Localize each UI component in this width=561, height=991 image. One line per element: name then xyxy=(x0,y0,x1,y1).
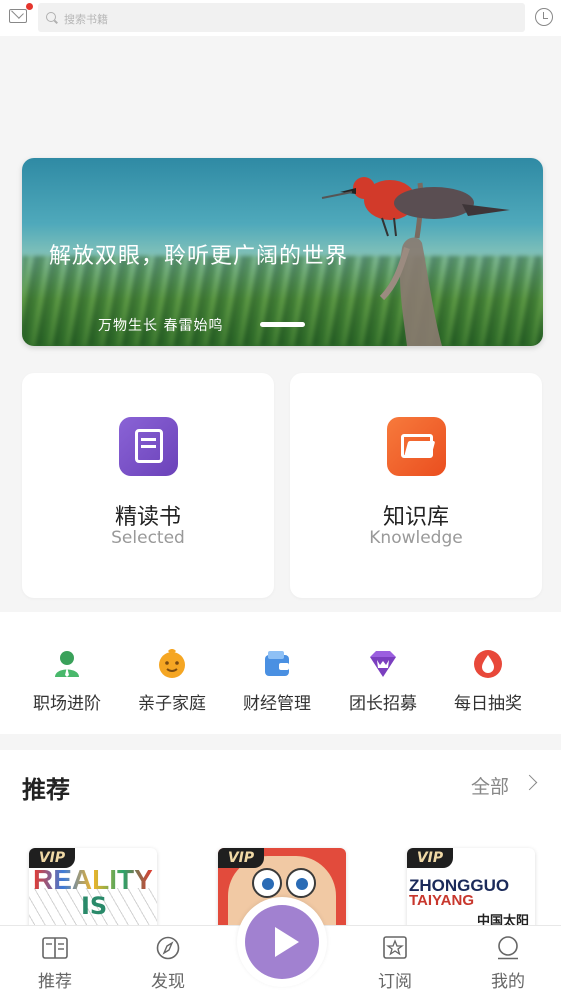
chevron-right-icon[interactable] xyxy=(521,774,538,791)
search-placeholder: 搜索书籍 xyxy=(64,13,108,26)
cover-art-eye xyxy=(252,868,282,898)
vip-badge: VIP xyxy=(218,848,264,868)
category-row: 职场进阶 亲子家庭 财经管理 团长招募 每日抽奖 xyxy=(0,612,561,734)
vip-badge: VIP xyxy=(407,848,453,868)
cover-art-eye xyxy=(286,868,316,898)
nav-label: 推荐 xyxy=(38,972,72,991)
card-title: 知识库 xyxy=(382,505,449,530)
drop-lottery-icon xyxy=(474,650,502,678)
banner-subtitle: 万物生长 春雷始鸣 xyxy=(98,318,224,334)
card-selected[interactable]: 精读书 Selected xyxy=(22,373,274,598)
search-input[interactable]: 搜索书籍 xyxy=(38,3,525,32)
user-icon xyxy=(498,936,518,960)
nav-subscribe[interactable]: 订阅 xyxy=(360,936,430,991)
category-finance[interactable]: 财经管理 xyxy=(227,649,327,714)
vip-badge: VIP xyxy=(29,848,75,868)
category-recruit[interactable]: 团长招募 xyxy=(333,649,433,714)
category-family[interactable]: 亲子家庭 xyxy=(122,649,222,714)
category-label: 财经管理 xyxy=(243,694,311,714)
clock-icon[interactable] xyxy=(535,8,553,26)
card-title: 精读书 xyxy=(114,505,181,530)
category-label: 团长招募 xyxy=(349,694,417,714)
star-frame-icon xyxy=(383,936,407,959)
nav-label: 订阅 xyxy=(378,972,412,991)
play-button-circle xyxy=(245,905,319,979)
book-open-icon xyxy=(42,937,68,959)
nav-discover[interactable]: 发现 xyxy=(133,936,203,991)
category-label: 亲子家庭 xyxy=(138,694,206,714)
child-face-icon xyxy=(159,649,185,678)
category-label: 每日抽奖 xyxy=(454,694,522,714)
banner-carousel[interactable]: 解放双眼，聆听更广阔的世界 万物生长 春雷始鸣 xyxy=(22,158,543,346)
play-button[interactable] xyxy=(237,897,327,987)
card-subtitle: Selected xyxy=(111,528,185,548)
wallet-icon xyxy=(265,651,289,676)
category-career[interactable]: 职场进阶 xyxy=(17,649,117,714)
folder-icon xyxy=(387,417,446,476)
card-subtitle: Knowledge xyxy=(369,528,463,548)
book-icon xyxy=(119,417,178,476)
career-icon xyxy=(55,651,79,677)
category-label: 职场进阶 xyxy=(33,694,101,714)
view-all-link[interactable]: 全部 xyxy=(471,772,509,799)
nav-label: 发现 xyxy=(151,972,185,991)
banner-title: 解放双眼，聆听更广阔的世界 xyxy=(49,244,349,269)
cover-subtitle: IS xyxy=(81,892,108,920)
cover-subtitle: TAIYANG xyxy=(409,892,475,909)
notification-dot xyxy=(26,3,33,10)
search-icon xyxy=(46,12,56,22)
mail-icon[interactable] xyxy=(9,9,27,23)
nav-recommend[interactable]: 推荐 xyxy=(20,936,90,991)
nav-label: 我的 xyxy=(491,972,525,991)
top-bar: 搜索书籍 xyxy=(0,0,561,36)
section-heading: 推荐 xyxy=(22,776,70,804)
card-knowledge[interactable]: 知识库 Knowledge xyxy=(290,373,542,598)
carousel-indicator xyxy=(260,322,305,327)
compass-icon xyxy=(156,936,180,960)
play-icon xyxy=(275,927,299,957)
category-lottery[interactable]: 每日抽奖 xyxy=(438,649,538,714)
nav-mine[interactable]: 我的 xyxy=(473,936,543,991)
crown-gem-icon xyxy=(370,651,396,677)
